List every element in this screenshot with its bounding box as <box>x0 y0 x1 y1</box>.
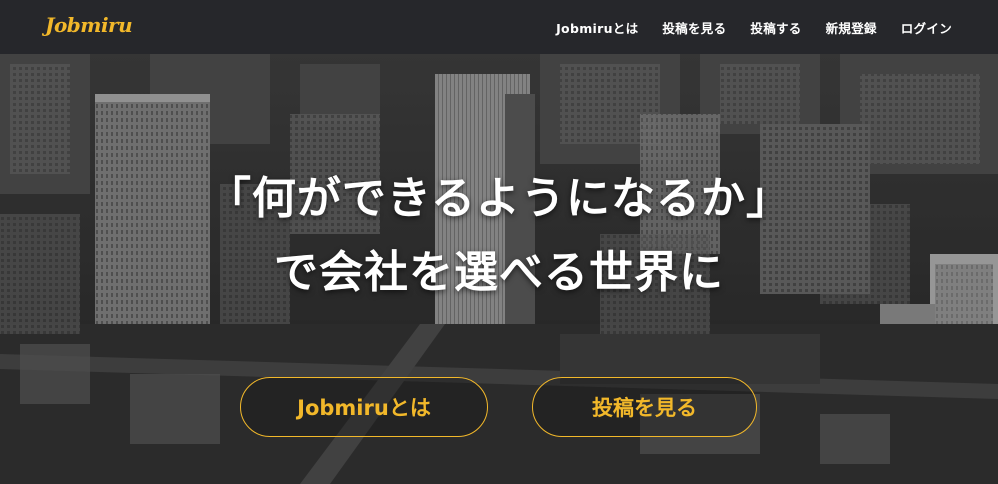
nav-link-about[interactable]: Jobmiruとは <box>556 18 638 37</box>
hero-headline-line2: で会社を選べる世界に <box>274 247 724 298</box>
nav-link-post[interactable]: 投稿する <box>750 18 801 37</box>
view-posts-button[interactable]: 投稿を見る <box>532 377 757 437</box>
nav-link-login[interactable]: ログイン <box>901 18 952 37</box>
about-jobmiru-button[interactable]: Jobmiruとは <box>240 377 488 437</box>
top-navbar: Jobmiru Jobmiruとは 投稿を見る 投稿する 新規登録 ログイン <box>0 0 998 54</box>
nav-link-view-posts[interactable]: 投稿を見る <box>662 18 726 37</box>
nav-link-signup[interactable]: 新規登録 <box>826 18 877 37</box>
hero-section: 「何ができるようになるか」 で会社を選べる世界に Jobmiruとは 投稿を見る <box>0 54 998 484</box>
site-logo[interactable]: Jobmiru <box>45 13 133 37</box>
hero-headline-line1: 「何ができるようになるか」 <box>206 173 792 224</box>
main-nav: Jobmiruとは 投稿を見る 投稿する 新規登録 ログイン <box>532 0 952 54</box>
